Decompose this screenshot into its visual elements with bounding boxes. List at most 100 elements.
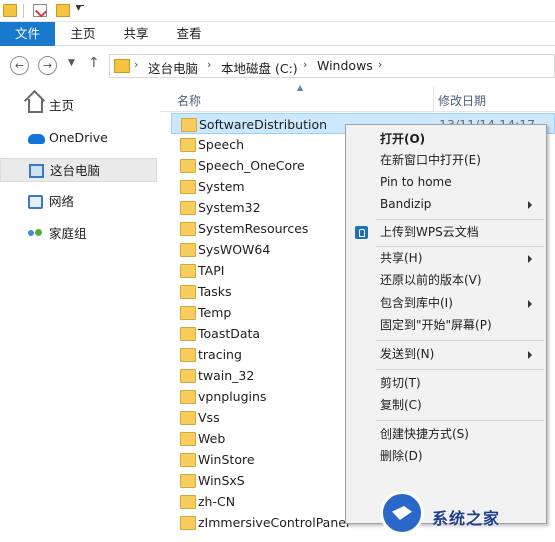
chevron-right-icon[interactable]: › (134, 58, 138, 71)
nav-item-home[interactable]: 主页 (0, 94, 157, 118)
file-name: Speech_OneCore (198, 158, 305, 173)
nav-item-label: 这台电脑 (50, 163, 101, 178)
submenu-arrow-icon (528, 255, 532, 263)
file-name: zh-CN (198, 494, 236, 509)
folder-icon[interactable] (3, 4, 17, 17)
menu-item-bandizip[interactable]: Bandizip (346, 194, 546, 215)
folder-icon (180, 327, 196, 341)
file-name: Vss (198, 410, 220, 425)
nav-item-onedrive[interactable]: OneDrive (0, 126, 157, 150)
folder-icon (180, 495, 196, 509)
nav-item-network[interactable]: 网络 (0, 190, 157, 214)
recent-locations-chevron-icon[interactable]: ▼ (68, 58, 75, 68)
menu-item-include-in-library[interactable]: 包含到库中(I) (346, 293, 546, 314)
file-name: Web (198, 431, 226, 446)
chevron-right-icon[interactable]: › (303, 58, 307, 71)
menu-item-cut[interactable]: 剪切(T) (346, 373, 546, 394)
submenu-arrow-icon (528, 201, 532, 209)
computer-icon (29, 164, 44, 178)
menu-separator (376, 219, 544, 220)
customize-toolbar-chevron-icon[interactable]: ▾ (76, 3, 85, 14)
address-bar[interactable]: › 这台电脑 › 本地磁盘 (C:) › Windows › (109, 54, 555, 78)
file-name: TAPI (198, 263, 225, 278)
onedrive-icon (28, 134, 45, 144)
file-name: System32 (198, 200, 261, 215)
folder-icon (180, 138, 196, 152)
menu-item-upload-wps[interactable]: 上传到WPS云文档 (346, 222, 546, 243)
column-header-date[interactable]: 修改日期 (438, 92, 486, 109)
column-divider[interactable] (433, 86, 434, 112)
properties-icon[interactable] (33, 4, 47, 17)
menu-separator (376, 340, 544, 341)
folder-icon (180, 306, 196, 320)
menu-item-send-to[interactable]: 发送到(N) (346, 344, 546, 365)
nav-item-label: 网络 (49, 194, 75, 209)
file-name: SysWOW64 (198, 242, 271, 257)
menu-separator (376, 246, 544, 247)
menu-item-open-new-window[interactable]: 在新窗口中打开(E) (346, 150, 546, 171)
nav-item-homegroup[interactable]: 家庭组 (0, 222, 157, 246)
folder-icon (180, 474, 196, 488)
watermark-text: 系统之家 (432, 509, 501, 528)
nav-item-label: 主页 (49, 98, 75, 113)
folder-icon (180, 222, 196, 236)
file-name: Speech (198, 137, 245, 152)
tab-home[interactable]: 主页 (66, 22, 100, 46)
homegroup-icon (28, 227, 43, 241)
folder-icon (180, 369, 196, 383)
file-name: SystemResources (198, 221, 309, 236)
file-name: Tasks (198, 284, 232, 299)
menu-item-open[interactable]: 打开(O) (346, 129, 546, 150)
menu-item-label: Bandizip (380, 197, 432, 211)
up-button[interactable]: ↑ (88, 55, 100, 71)
column-header-name[interactable]: 名称 (177, 92, 201, 109)
file-name: tracing (198, 347, 242, 362)
back-button[interactable]: ← (10, 56, 29, 75)
folder-icon (180, 516, 196, 530)
menu-item-create-shortcut[interactable]: 创建快捷方式(S) (346, 424, 546, 445)
folder-icon (181, 118, 197, 132)
menu-separator (376, 420, 544, 421)
menu-item-label: 复制(C) (380, 398, 422, 412)
breadcrumb-local-disk[interactable]: 本地磁盘 (C:) (221, 58, 298, 77)
menu-item-share[interactable]: 共享(H) (346, 248, 546, 269)
menu-item-label: 剪切(T) (380, 376, 421, 390)
folder-icon (180, 348, 196, 362)
context-menu: 打开(O) 在新窗口中打开(E) Pin to home Bandizip 上传… (345, 124, 547, 524)
forward-button[interactable]: → (38, 56, 57, 75)
chevron-right-icon[interactable]: › (207, 58, 211, 71)
nav-item-label: OneDrive (49, 130, 108, 145)
menu-item-copy[interactable]: 复制(C) (346, 395, 546, 416)
breadcrumb-this-pc[interactable]: 这台电脑 (148, 58, 198, 77)
menu-item-label: 固定到"开始"屏幕(P) (380, 318, 492, 332)
folder-icon (180, 411, 196, 425)
menu-item-restore-previous-versions[interactable]: 还原以前的版本(V) (346, 270, 546, 291)
ribbon-tabs: 文件 主页 共享 查看 (0, 22, 555, 46)
menu-item-label: 包含到库中(I) (380, 296, 453, 310)
file-name: System (198, 179, 245, 194)
nav-item-label: 家庭组 (49, 226, 87, 241)
menu-item-pin-to-home[interactable]: Pin to home (346, 172, 546, 193)
nav-item-this-pc[interactable]: 这台电脑 (0, 158, 157, 182)
folder-icon (180, 243, 196, 257)
submenu-arrow-icon (528, 300, 532, 308)
chevron-right-icon[interactable]: › (378, 58, 382, 71)
folder-icon (180, 180, 196, 194)
file-name: WinStore (198, 452, 255, 467)
tab-share[interactable]: 共享 (119, 22, 153, 46)
watermark-logo-icon (380, 491, 424, 535)
folder-icon (180, 285, 196, 299)
tab-file[interactable]: 文件 (0, 22, 55, 46)
tab-view[interactable]: 查看 (172, 22, 206, 46)
new-folder-icon[interactable] (56, 4, 70, 17)
menu-item-delete[interactable]: 删除(D) (346, 446, 546, 467)
menu-item-pin-to-start[interactable]: 固定到"开始"屏幕(P) (346, 315, 546, 336)
quick-access-toolbar: ▾ (0, 0, 555, 22)
menu-item-label: Pin to home (380, 175, 452, 189)
file-name: WinSxS (198, 473, 245, 488)
navigation-pane: 主页 OneDrive 这台电脑 网络 家庭组 (0, 86, 160, 542)
menu-separator (376, 369, 544, 370)
file-name: Temp (198, 305, 232, 320)
watermark: 系统之家 (368, 483, 555, 542)
breadcrumb-windows[interactable]: Windows (317, 58, 373, 73)
